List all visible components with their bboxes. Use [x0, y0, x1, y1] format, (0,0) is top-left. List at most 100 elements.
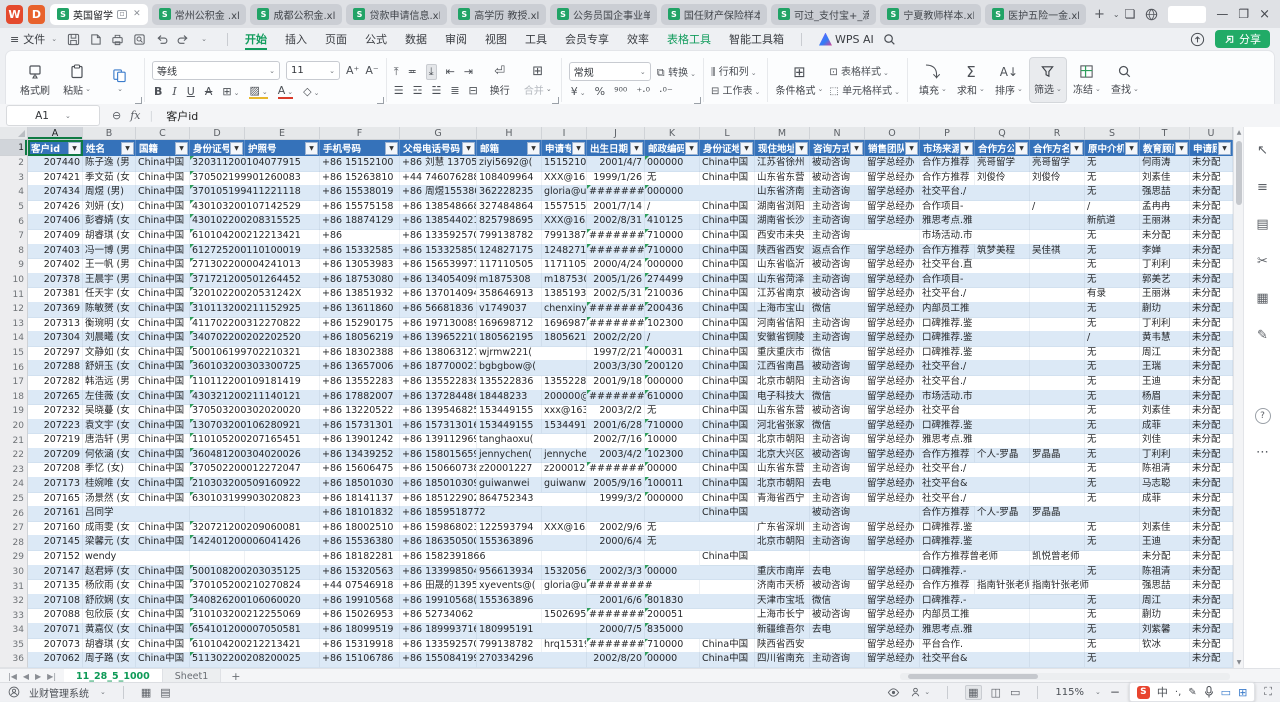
- cell[interactable]: 胡睿琪 (女: [83, 638, 136, 654]
- cell[interactable]: [700, 521, 755, 537]
- row-number[interactable]: 2: [0, 156, 28, 172]
- ime-punct-icon[interactable]: ·,: [1175, 687, 1181, 698]
- cell[interactable]: 吕同学: [83, 506, 136, 522]
- cell[interactable]: China中国: [136, 185, 190, 201]
- cell[interactable]: 合作项目-: [920, 273, 975, 289]
- cell[interactable]: 340702200202202520: [190, 331, 245, 347]
- cell[interactable]: 207304: [28, 331, 83, 347]
- column-header[interactable]: 申请专用▼: [542, 140, 587, 156]
- cell[interactable]: 北京市朝阳: [755, 477, 810, 493]
- cell[interactable]: 无: [1085, 258, 1140, 274]
- cell[interactable]: China中国: [136, 521, 190, 537]
- document-tab[interactable]: S高学历 教授.xlsx: [451, 4, 546, 25]
- document-tab[interactable]: S可过_支付宝+_滴滴: [771, 4, 876, 25]
- cell[interactable]: 320311200104077915: [190, 156, 245, 172]
- cell[interactable]: 无: [645, 171, 700, 187]
- cell[interactable]: 未分配: [1190, 608, 1233, 624]
- cell[interactable]: 207378: [28, 273, 83, 289]
- cell[interactable]: 微信: [810, 594, 865, 610]
- cell[interactable]: China中国: [700, 200, 755, 216]
- cell[interactable]: 2005/9/16: [587, 477, 645, 493]
- cell[interactable]: +86 1850103098: [400, 477, 477, 493]
- cell[interactable]: [645, 506, 700, 522]
- column-header[interactable]: 咨询方式▼: [810, 140, 865, 156]
- cell[interactable]: China中国: [136, 302, 190, 318]
- cell[interactable]: 合作方推荐: [920, 156, 975, 172]
- column-letter-R[interactable]: R: [1030, 127, 1085, 140]
- cell[interactable]: 2001/9/18: [587, 375, 645, 391]
- cell[interactable]: 未分配: [1190, 229, 1233, 245]
- cell[interactable]: 2003/3/30: [587, 360, 645, 376]
- cell[interactable]: China中国: [700, 258, 755, 274]
- cell[interactable]: 155363896: [477, 594, 542, 610]
- cell[interactable]: 留学总经办: [865, 390, 920, 406]
- name-box[interactable]: A1⌄: [6, 105, 100, 126]
- cell[interactable]: [810, 550, 865, 566]
- merge-cells-button[interactable]: ⊞ 合并⌄: [522, 58, 554, 102]
- cell[interactable]: +86 18501030: [320, 477, 400, 493]
- cell[interactable]: 舒妍玉 (女: [83, 360, 136, 376]
- cell[interactable]: China中国: [136, 638, 190, 654]
- document-tab[interactable]: S公务员国企事业单位: [550, 4, 657, 25]
- cell[interactable]: 筑梦美程: [975, 244, 1030, 260]
- column-letter-F[interactable]: F: [320, 127, 400, 140]
- cell[interactable]: 冯一博 (男: [83, 244, 136, 260]
- column-header[interactable]: 市场来源▼: [920, 140, 975, 156]
- qat-chevron-icon[interactable]: ⌄: [201, 35, 207, 43]
- cell[interactable]: China中国: [136, 346, 190, 362]
- cell[interactable]: 留学总经办: [865, 608, 920, 624]
- filter-dropdown-icon[interactable]: ▼: [1218, 142, 1231, 155]
- menu-item-开始[interactable]: 开始: [236, 28, 276, 50]
- cell[interactable]: China中国: [136, 171, 190, 187]
- cell[interactable]: [1030, 273, 1085, 289]
- cell[interactable]: wendy: [83, 550, 136, 566]
- column-header[interactable]: 申请顾问▼: [1190, 140, 1233, 156]
- wps-logo-icon[interactable]: W: [6, 5, 23, 24]
- cell-style-button[interactable]: ⬚ 单元格样式⌄: [829, 82, 900, 97]
- cell[interactable]: 135522836: [477, 375, 542, 391]
- cell[interactable]: 包欣辰 (女: [83, 608, 136, 624]
- row-number[interactable]: 4: [0, 185, 28, 201]
- cell[interactable]: 去电: [810, 565, 865, 581]
- paste-button[interactable]: 粘贴⌄: [59, 58, 95, 102]
- cell[interactable]: 平台合作.: [920, 638, 975, 654]
- filter-dropdown-icon[interactable]: ▼: [462, 142, 475, 155]
- cell[interactable]: [1030, 214, 1085, 230]
- cell[interactable]: 杨欣雨 (女: [83, 579, 136, 595]
- cell[interactable]: 无: [1085, 535, 1140, 551]
- cell[interactable]: 无: [1085, 390, 1140, 406]
- cell[interactable]: 未分配: [1190, 594, 1233, 610]
- borders-button[interactable]: ⊞⌄: [222, 85, 239, 98]
- cell[interactable]: 117110505: [542, 258, 587, 274]
- cell[interactable]: China中国: [136, 652, 190, 668]
- cell[interactable]: ########: [587, 638, 645, 654]
- cell[interactable]: 00000: [645, 462, 700, 478]
- cell[interactable]: 110112200109181419: [190, 375, 245, 391]
- cell[interactable]: 市场活动.市: [920, 390, 975, 406]
- cell[interactable]: 207073: [28, 638, 83, 654]
- cell[interactable]: 主动咨询: [810, 331, 865, 347]
- cell[interactable]: 亮哥留学: [1030, 156, 1085, 172]
- cell[interactable]: China中国: [700, 433, 755, 449]
- cell[interactable]: 陈敏赟 (女: [83, 302, 136, 318]
- cell[interactable]: 无: [1085, 448, 1140, 464]
- cell[interactable]: ########: [587, 302, 645, 318]
- cell[interactable]: 无: [1085, 608, 1140, 624]
- cell[interactable]: ########: [587, 317, 645, 333]
- cell[interactable]: China中国: [700, 229, 755, 245]
- cell[interactable]: 口碑推荐.鉴: [920, 346, 975, 362]
- cell[interactable]: 2005/1/26: [587, 273, 645, 289]
- cell[interactable]: 155751588: [542, 200, 587, 216]
- cell[interactable]: 430102200208315525: [190, 214, 245, 230]
- cell[interactable]: [587, 550, 645, 566]
- cell[interactable]: 无: [1085, 317, 1140, 333]
- cell[interactable]: 王一帆 (男: [83, 258, 136, 274]
- cell[interactable]: 310103200212255069: [190, 608, 245, 624]
- cell[interactable]: 留学总经办: [865, 565, 920, 581]
- cell[interactable]: 重庆市南岸: [755, 565, 810, 581]
- cell[interactable]: [1030, 608, 1085, 624]
- cell[interactable]: 207406: [28, 214, 83, 230]
- cell[interactable]: [810, 638, 865, 654]
- cell[interactable]: +86 13552283: [320, 375, 400, 391]
- cell[interactable]: 207152: [28, 550, 83, 566]
